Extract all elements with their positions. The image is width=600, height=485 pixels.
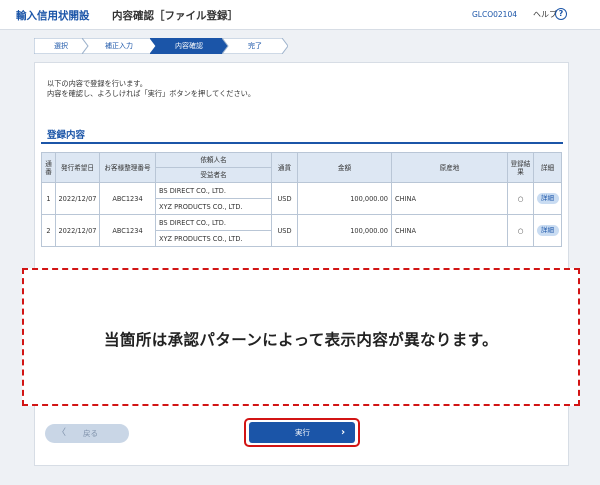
execute-button[interactable]: 実行 ›: [249, 422, 355, 443]
step-complete: 完了: [222, 38, 288, 54]
header-registered: 登録結果: [507, 152, 534, 183]
cell-origin: CHINA: [391, 214, 508, 247]
registration-table: 通番 発行希望日 お客様整理番号 依頼人名 通貨 金額 原産地 登録結果 詳細 …: [41, 152, 562, 247]
header-amount: 金額: [297, 152, 392, 183]
header-origin: 原産地: [391, 152, 508, 183]
cell-applicant: BS DIRECT CO., LTD.: [155, 182, 272, 199]
cell-amount: 100,000.00: [297, 182, 392, 215]
header-beneficiary: 受益者名: [155, 167, 272, 183]
header-detail: 詳細: [533, 152, 562, 183]
message-line: 内容を確認し、よろしければ「実行」ボタンを押してください。: [47, 89, 256, 98]
back-button-label: 戻る: [83, 429, 98, 438]
cell-date: 2022/12/07: [55, 214, 100, 247]
step-label: 補正入力: [105, 42, 133, 50]
header-applicant: 依頼人名: [155, 152, 272, 168]
cell-currency: USD: [271, 214, 298, 247]
help-icon[interactable]: ?: [555, 8, 567, 20]
instruction-message: 以下の内容で登録を行います。 内容を確認し、よろしければ「実行」ボタンを押してく…: [47, 79, 255, 99]
detail-button[interactable]: 詳細: [536, 193, 559, 204]
message-line: 以下の内容で登録を行います。: [47, 79, 147, 88]
approval-pattern-notice: 当箇所は承認パターンによって表示内容が異なります。: [22, 268, 580, 406]
header-currency: 通貨: [271, 152, 298, 183]
cell-ref: ABC1234: [99, 182, 156, 215]
step-label: 内容確認: [175, 42, 203, 50]
step-correction: 補正入力: [82, 38, 156, 54]
back-button[interactable]: 〈 戻る: [45, 424, 129, 443]
table-row: 1 2022/12/07 ABC1234 BS DIRECT CO., LTD.…: [41, 182, 562, 215]
section-title: 登録内容: [47, 130, 86, 141]
detail-button[interactable]: 詳細: [536, 225, 559, 236]
chevron-right-icon: ›: [341, 427, 346, 438]
cell-no: 2: [41, 214, 56, 247]
cell-applicant: BS DIRECT CO., LTD.: [155, 214, 272, 231]
top-bar: 輸入信用状開設 内容確認［ファイル登録］ GLCO02104 ヘルプ ?: [0, 0, 600, 30]
cell-origin: CHINA: [391, 182, 508, 215]
execute-button-label: 実行: [295, 428, 310, 437]
cell-no: 1: [41, 182, 56, 215]
cell-beneficiary: XYZ PRODUCTS CO., LTD.: [155, 198, 272, 215]
section-divider: [41, 142, 563, 144]
cell-registered: ○: [507, 214, 534, 247]
cell-registered: ○: [507, 182, 534, 215]
chevron-left-icon: 〈: [57, 428, 67, 438]
notice-text: 当箇所は承認パターンによって表示内容が異なります。: [104, 331, 498, 349]
header-date: 発行希望日: [55, 152, 100, 183]
step-select: 選択: [34, 38, 88, 54]
screen-id: GLCO02104: [472, 10, 517, 19]
header-ref: お客様整理番号: [99, 152, 156, 183]
page-title: 内容確認［ファイル登録］: [112, 10, 238, 22]
app-title: 輸入信用状開設: [16, 10, 90, 22]
table-row: 2 2022/12/07 ABC1234 BS DIRECT CO., LTD.…: [41, 214, 562, 247]
cell-detail: 詳細: [533, 182, 562, 215]
step-label: 完了: [248, 42, 262, 50]
help-link[interactable]: ヘルプ: [533, 9, 557, 20]
cell-date: 2022/12/07: [55, 182, 100, 215]
header-no: 通番: [41, 152, 56, 183]
step-confirm: 内容確認: [150, 38, 228, 54]
cell-beneficiary: XYZ PRODUCTS CO., LTD.: [155, 230, 272, 247]
cell-currency: USD: [271, 182, 298, 215]
cell-ref: ABC1234: [99, 214, 156, 247]
step-label: 選択: [54, 42, 68, 50]
cell-amount: 100,000.00: [297, 214, 392, 247]
cell-detail: 詳細: [533, 214, 562, 247]
